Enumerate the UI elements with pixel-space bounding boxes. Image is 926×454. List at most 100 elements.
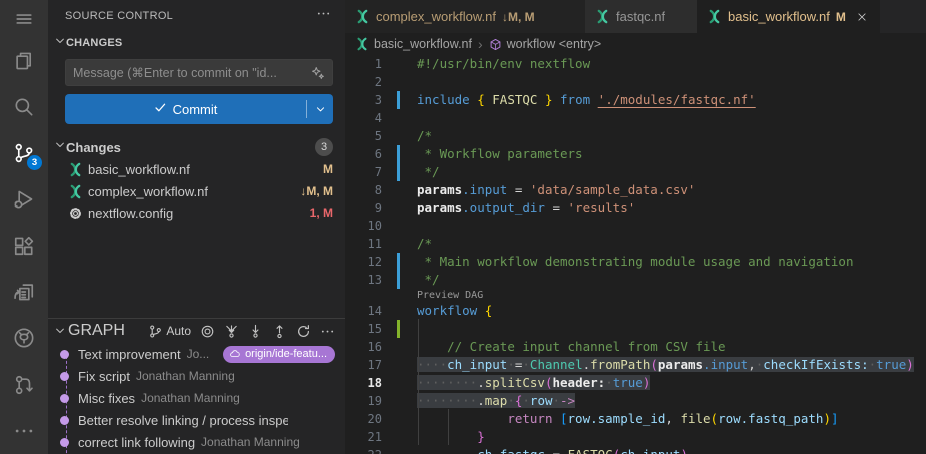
line-number: 7	[345, 165, 391, 179]
activity-more-views[interactable]	[0, 408, 48, 454]
commit-dropdown-button[interactable]	[307, 94, 333, 124]
commit-dot-icon	[60, 372, 69, 381]
nextflow-icon	[68, 184, 83, 199]
graph-section-label: GRAPH	[68, 322, 125, 340]
sparkle-icon[interactable]	[311, 66, 325, 80]
line-number: 12	[345, 255, 391, 269]
changed-file-row[interactable]: nextflow.config1, M	[48, 202, 345, 224]
tab-complex_workflow.nf[interactable]: complex_workflow.nf↓M, M	[345, 0, 585, 33]
gutter-modified-icon	[397, 271, 400, 289]
activity-run-debug[interactable]	[0, 176, 48, 222]
line-number: 13	[345, 273, 391, 287]
gutter-modified-icon	[397, 253, 400, 271]
code-line-18[interactable]: 18········.splitCsv(header:·true)	[345, 374, 926, 392]
code-line-5[interactable]: 5/*	[345, 127, 926, 145]
gutter-added-icon	[397, 320, 400, 338]
changes-section-header[interactable]: CHANGES	[48, 32, 345, 54]
code-line-3[interactable]: 3include { FASTQC } from './modules/fast…	[345, 91, 926, 109]
code-line-1[interactable]: 1 #!/usr/bin/env nextflow	[345, 55, 926, 73]
changes-group-row[interactable]: Changes 3	[48, 136, 345, 158]
sidebar-title-row: SOURCE CONTROL	[48, 0, 345, 32]
code-text: #!/usr/bin/env nextflow	[417, 55, 590, 73]
vscode-window: 3 SOURCE CONTROL CHANGES Message (⌘Enter…	[0, 0, 926, 454]
activity-extensions[interactable]	[0, 223, 48, 269]
code-text: ········.splitCsv(header:·true)	[417, 374, 650, 392]
activity-explorer[interactable]	[0, 37, 48, 83]
commit-message-input[interactable]: Message (⌘Enter to commit on "id...	[65, 59, 333, 86]
code-line-11[interactable]: 11/*	[345, 235, 926, 253]
graph-action-ellipsis[interactable]	[320, 324, 335, 339]
code-text: * Main workflow demonstrating module usa…	[417, 253, 854, 271]
branch-badge[interactable]: origin/ide-featu...	[223, 346, 335, 363]
commit-button[interactable]: Commit	[65, 94, 333, 124]
code-editor[interactable]: 1 #!/usr/bin/env nextflow 2 3include { FAST…	[345, 55, 926, 454]
code-line-22[interactable]: 22 ch_fastqc = FASTQC(ch_input)	[345, 446, 926, 454]
line-number: 17	[345, 358, 391, 372]
chevron-down-icon	[54, 34, 66, 52]
code-line-7[interactable]: 7 */	[345, 163, 926, 181]
sidebar-title: SOURCE CONTROL	[65, 10, 173, 22]
tab-bar: complex_workflow.nf↓M, Mfastqc.nfbasic_w…	[345, 0, 926, 33]
graph-section-header[interactable]: GRAPH Auto	[48, 319, 345, 343]
cloud-icon	[229, 348, 241, 360]
line-number: 1	[345, 57, 391, 71]
gutter-modified-icon	[397, 163, 400, 181]
close-icon[interactable]	[854, 9, 870, 25]
breadcrumb-file[interactable]: basic_workflow.nf	[374, 37, 472, 51]
codelens-preview-dag[interactable]: Preview DAG	[345, 289, 926, 302]
tab-status-badge: M	[836, 10, 846, 24]
graph-action-refresh[interactable]	[296, 324, 311, 339]
code-line-20[interactable]: 20 return [row.sample_id, file(row.fastq…	[345, 410, 926, 428]
commit-row[interactable]: Fix scriptJonathan Manning	[48, 365, 345, 387]
commit-message-placeholder: Message (⌘Enter to commit on "id...	[73, 65, 311, 80]
graph-action-fetch[interactable]	[224, 324, 239, 339]
activity-document-tools[interactable]	[0, 269, 48, 315]
code-text: ········.map·{·row·->	[417, 392, 575, 410]
commit-row[interactable]: Better resolve linking / process inspect…	[48, 409, 345, 431]
activity-git-graph[interactable]	[0, 361, 48, 407]
code-line-21[interactable]: 21 }	[345, 428, 926, 446]
activity-github[interactable]	[0, 315, 48, 361]
more-actions-icon[interactable]	[316, 6, 331, 26]
activity-source-control[interactable]: 3	[0, 130, 48, 176]
commit-dot-icon	[60, 350, 69, 359]
code-line-19[interactable]: 19········.map·{·row·->	[345, 392, 926, 410]
line-number: 2	[345, 75, 391, 89]
code-line-14[interactable]: 14workflow {	[345, 302, 926, 320]
commit-dot-icon	[60, 416, 69, 425]
code-line-8[interactable]: 8params.input = 'data/sample_data.csv'	[345, 181, 926, 199]
commit-author: Jo...	[187, 347, 210, 361]
changed-file-row[interactable]: complex_workflow.nf↓M, M	[48, 180, 345, 202]
activity-menu[interactable]	[0, 0, 48, 37]
code-line-15[interactable]: 15	[345, 320, 926, 338]
code-line-16[interactable]: 16 // Create input channel from CSV file	[345, 338, 926, 356]
code-line-12[interactable]: 12 * Main workflow demonstrating module …	[345, 253, 926, 271]
changed-file-row[interactable]: basic_workflow.nfM	[48, 158, 345, 180]
code-text: params.output_dir = 'results'	[417, 199, 635, 217]
code-line-6[interactable]: 6 * Workflow parameters	[345, 145, 926, 163]
commit-row[interactable]: correct link followingJonathan Manning	[48, 431, 345, 453]
code-line-4[interactable]: 4	[345, 109, 926, 127]
tab-basic_workflow.nf[interactable]: basic_workflow.nfM	[697, 0, 880, 33]
breadcrumb-symbol[interactable]: workflow <entry>	[507, 37, 601, 51]
code-line-9[interactable]: 9params.output_dir = 'results'	[345, 199, 926, 217]
file-name: basic_workflow.nf	[88, 162, 190, 177]
graph-action-pull[interactable]	[248, 324, 263, 339]
graph-action-push[interactable]	[272, 324, 287, 339]
code-text: return [row.sample_id, file(row.fastq_pa…	[417, 410, 839, 428]
commit-row[interactable]: Text improvementJo...origin/ide-featu...	[48, 343, 345, 365]
graph-action-branch[interactable]: Auto	[148, 324, 191, 339]
nextflow-icon	[355, 37, 369, 51]
refresh-icon	[296, 324, 311, 339]
code-line-13[interactable]: 13 */	[345, 271, 926, 289]
tab-fastqc.nf[interactable]: fastqc.nf	[585, 0, 697, 33]
graph-action-target[interactable]	[200, 324, 215, 339]
code-line-10[interactable]: 10	[345, 217, 926, 235]
commit-row[interactable]: Misc fixesJonathan Manning	[48, 387, 345, 409]
code-line-17[interactable]: 17····ch_input·=·Channel.fromPath(params…	[345, 356, 926, 374]
code-line-2[interactable]: 2	[345, 73, 926, 91]
activity-search[interactable]	[0, 84, 48, 130]
code-text: */	[417, 271, 440, 289]
changes-count-badge: 3	[315, 138, 333, 156]
nextflow-icon	[595, 9, 610, 24]
